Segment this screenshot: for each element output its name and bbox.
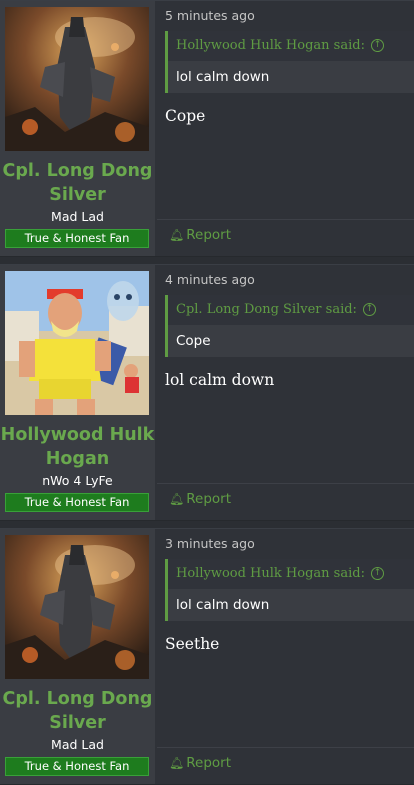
user-info: Cpl. Long Dong Silver Mad Lad True & Hon… xyxy=(0,1,155,256)
user-title: Mad Lad xyxy=(51,209,104,224)
quote-author: Hollywood Hulk Hogan said: xyxy=(176,566,365,581)
arrow-up-circle-icon[interactable]: ↑ xyxy=(362,303,376,316)
quote-text: lol calm down xyxy=(168,61,414,93)
quote-header[interactable]: Hollywood Hulk Hogan said: ↑ xyxy=(168,559,414,589)
post: Hollywood Hulk Hogan nWo 4 LyFe True & H… xyxy=(0,264,414,521)
post: Cpl. Long Dong Silver Mad Lad True & Hon… xyxy=(0,528,414,785)
post-timestamp[interactable]: 5 minutes ago xyxy=(165,8,255,23)
report-button[interactable]: 🔔︎ Report xyxy=(169,491,231,507)
post-timestamp[interactable]: 3 minutes ago xyxy=(165,536,255,551)
post-body: 5 minutes ago Hollywood Hulk Hogan said:… xyxy=(157,1,414,256)
quote-author: Hollywood Hulk Hogan said: xyxy=(176,38,365,53)
quote-block: Hollywood Hulk Hogan said: ↑ lol calm dow… xyxy=(165,559,414,621)
avatar[interactable] xyxy=(5,271,149,415)
post-body: 4 minutes ago Cpl. Long Dong Silver said… xyxy=(157,265,414,520)
post-footer: 🔔︎ Report xyxy=(157,747,414,784)
avatar[interactable] xyxy=(5,535,149,679)
user-badge: True & Honest Fan xyxy=(5,757,149,776)
user-info: Cpl. Long Dong Silver Mad Lad True & Hon… xyxy=(0,529,155,784)
quote-block: Hollywood Hulk Hogan said: ↑ lol calm dow… xyxy=(165,31,414,93)
quote-text: lol calm down xyxy=(168,589,414,621)
bell-icon: 🔔︎ xyxy=(169,492,185,506)
post-footer: 🔔︎ Report xyxy=(157,483,414,520)
post-footer: 🔔︎ Report xyxy=(157,219,414,256)
post-timestamp[interactable]: 4 minutes ago xyxy=(165,272,255,287)
report-label: Report xyxy=(186,227,231,243)
user-title: nWo 4 LyFe xyxy=(42,473,113,488)
username[interactable]: Hollywood Hulk Hogan xyxy=(0,423,155,471)
wrestler-cartoon-avatar-image xyxy=(5,271,149,415)
bell-icon: 🔔︎ xyxy=(169,228,185,242)
battle-ruins-avatar-image xyxy=(5,535,149,679)
quote-header[interactable]: Hollywood Hulk Hogan said: ↑ xyxy=(168,31,414,61)
quote-text: Cope xyxy=(168,325,414,357)
report-label: Report xyxy=(186,491,231,507)
report-button[interactable]: 🔔︎ Report xyxy=(169,755,231,771)
post-message: Seethe xyxy=(165,635,220,653)
arrow-up-circle-icon[interactable]: ↑ xyxy=(370,567,384,580)
bell-icon: 🔔︎ xyxy=(169,756,185,770)
username[interactable]: Cpl. Long Dong Silver xyxy=(0,159,155,207)
quote-block: Cpl. Long Dong Silver said: ↑ Cope xyxy=(165,295,414,357)
report-button[interactable]: 🔔︎ Report xyxy=(169,227,231,243)
post-message: lol calm down xyxy=(165,371,275,389)
quote-header[interactable]: Cpl. Long Dong Silver said: ↑ xyxy=(168,295,414,325)
post-body: 3 minutes ago Hollywood Hulk Hogan said:… xyxy=(157,529,414,784)
user-badge: True & Honest Fan xyxy=(5,229,149,248)
post: Cpl. Long Dong Silver Mad Lad True & Hon… xyxy=(0,0,414,257)
user-badge: True & Honest Fan xyxy=(5,493,149,512)
battle-ruins-avatar-image xyxy=(5,7,149,151)
quote-author: Cpl. Long Dong Silver said: xyxy=(176,302,357,317)
user-title: Mad Lad xyxy=(51,737,104,752)
arrow-up-circle-icon[interactable]: ↑ xyxy=(370,39,384,52)
report-label: Report xyxy=(186,755,231,771)
username[interactable]: Cpl. Long Dong Silver xyxy=(0,687,155,735)
post-message: Cope xyxy=(165,107,206,125)
avatar[interactable] xyxy=(5,7,149,151)
user-info: Hollywood Hulk Hogan nWo 4 LyFe True & H… xyxy=(0,265,155,520)
